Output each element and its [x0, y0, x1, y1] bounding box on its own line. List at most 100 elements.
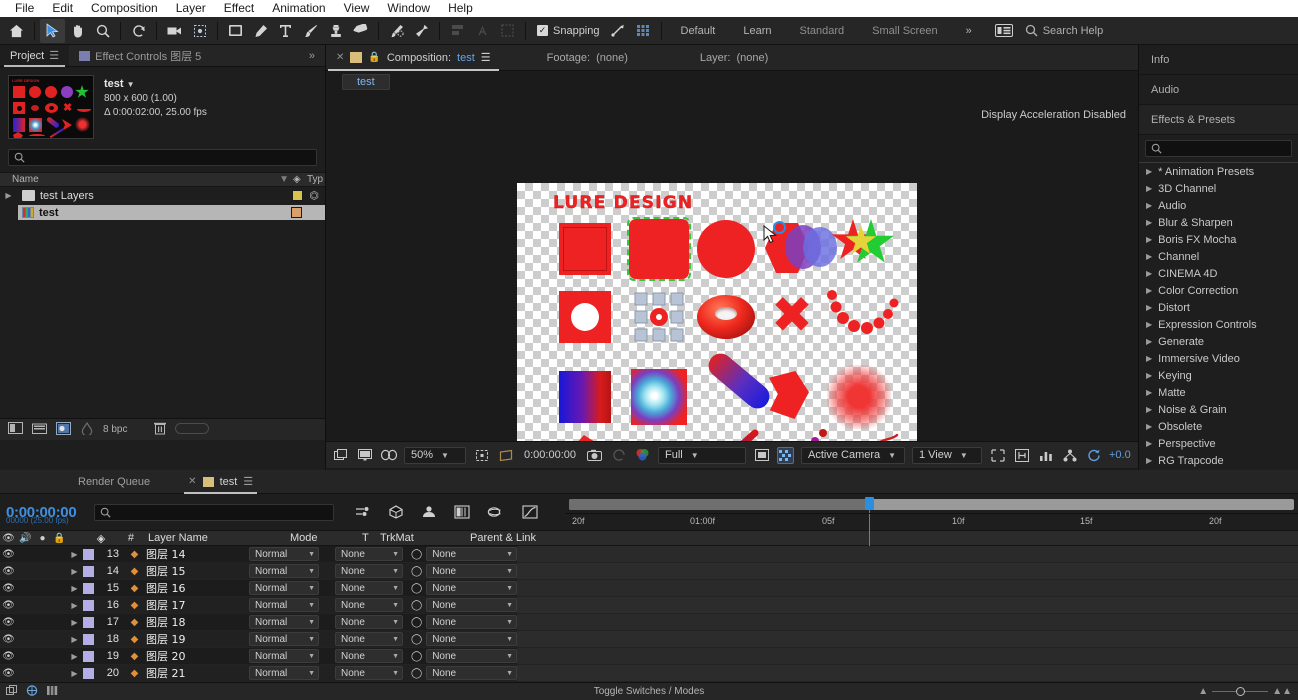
- tab-layer[interactable]: Layer: (none): [690, 45, 778, 70]
- proportional-grid-icon[interactable]: [497, 447, 514, 464]
- effect-category-color-correction[interactable]: ▶ Color Correction: [1139, 282, 1298, 299]
- parent-pick-whip-icon[interactable]: ◯: [411, 583, 422, 594]
- effect-category-3d-channel[interactable]: ▶ 3D Channel: [1139, 180, 1298, 197]
- twisty-icon[interactable]: ▶: [68, 580, 81, 596]
- shape-dot-arc[interactable]: [827, 289, 899, 341]
- layer-visibility-toggle[interactable]: 👁: [0, 614, 17, 630]
- label-swatch[interactable]: [291, 207, 302, 218]
- layer-visibility-toggle[interactable]: 👁: [0, 665, 17, 681]
- layer-name-cell[interactable]: ◆ 图层 21: [125, 665, 245, 681]
- shape-pin-grid[interactable]: [633, 291, 685, 343]
- twisty-icon[interactable]: ▶: [68, 631, 81, 647]
- table-row[interactable]: 👁 ▶ 16 ◆ 图层 17 Normal ▼ None ▼ ◯ None ▼: [0, 597, 1298, 614]
- twisty-icon[interactable]: ▶: [68, 597, 81, 613]
- work-area-bar[interactable]: [569, 499, 1294, 510]
- table-row[interactable]: 👁 ▶ 18 ◆ 图层 19 Normal ▼ None ▼ ◯ None ▼: [0, 631, 1298, 648]
- 3d-renderer-icon[interactable]: [26, 684, 38, 699]
- mode-column-header[interactable]: Mode: [286, 531, 362, 545]
- live-update-icon[interactable]: [354, 504, 371, 521]
- effect-category-channel[interactable]: ▶ Channel: [1139, 248, 1298, 265]
- twisty-icon[interactable]: ▶: [68, 648, 81, 664]
- mask-icon[interactable]: [495, 19, 520, 43]
- eraser-tool-icon[interactable]: [348, 19, 373, 43]
- blend-mode-select[interactable]: Normal ▼: [249, 547, 319, 561]
- blend-mode-select[interactable]: Normal ▼: [249, 581, 319, 595]
- fast-previews-icon[interactable]: [1013, 447, 1030, 464]
- region-of-interest-icon[interactable]: [473, 447, 490, 464]
- label-swatch[interactable]: [292, 190, 304, 201]
- effect-category-noise-and-grain[interactable]: ▶ Noise & Grain: [1139, 401, 1298, 418]
- snap-grid-icon[interactable]: [631, 19, 656, 43]
- menu-item-window[interactable]: Window: [378, 0, 439, 17]
- composition-canvas[interactable]: LURE DESIGN ✖: [517, 183, 917, 441]
- effect-category-obsolete[interactable]: ▶ Obsolete: [1139, 418, 1298, 435]
- snapping-toggle[interactable]: ✓ Snapping: [531, 25, 606, 37]
- parent-select[interactable]: None ▼: [426, 615, 517, 629]
- comp-mini-flowchart-icon[interactable]: [6, 684, 18, 699]
- shape-gradient-square[interactable]: [559, 371, 611, 423]
- layer-track-area[interactable]: [517, 580, 1298, 596]
- project-settings-icon[interactable]: [56, 421, 71, 438]
- chevron-down-icon[interactable]: ▼: [127, 80, 135, 89]
- shape-red-glow-blob[interactable]: [827, 365, 891, 429]
- twisty-icon[interactable]: ▶: [1146, 422, 1152, 431]
- layer-name-cell[interactable]: ◆ 图层 15: [125, 563, 245, 579]
- zoom-tool-icon[interactable]: [90, 19, 115, 43]
- comp-timecode[interactable]: 0:00:00:00: [521, 449, 579, 461]
- layer-name-column-header[interactable]: Layer Name: [140, 531, 286, 545]
- home-icon[interactable]: [4, 19, 29, 43]
- menu-item-effect[interactable]: Effect: [215, 0, 263, 17]
- shape-tool-icon[interactable]: [223, 19, 248, 43]
- roto-brush-tool-icon[interactable]: [384, 19, 409, 43]
- parent-select[interactable]: None ▼: [426, 632, 517, 646]
- twisty-icon[interactable]: ▶: [1146, 201, 1152, 210]
- workspace-default[interactable]: Default: [667, 25, 730, 37]
- view-layout-select[interactable]: 1 View ▼: [912, 446, 982, 464]
- pen-tool-icon[interactable]: [248, 19, 273, 43]
- puppet-pin-tool-icon[interactable]: [409, 19, 434, 43]
- tab-footage[interactable]: Footage: (none): [537, 45, 638, 70]
- effect-category-expression-controls[interactable]: ▶ Expression Controls: [1139, 316, 1298, 333]
- table-row[interactable]: 👁 ▶ 20 ◆ 图层 21 Normal ▼ None ▼ ◯ None ▼: [0, 665, 1298, 682]
- twisty-icon[interactable]: ▶: [1146, 371, 1152, 380]
- effect-category-distort[interactable]: ▶ Distort: [1139, 299, 1298, 316]
- exposure-value[interactable]: +0.0: [1109, 449, 1131, 461]
- layer-label-swatch[interactable]: [81, 665, 95, 681]
- shape-red-x[interactable]: ✖: [769, 290, 815, 340]
- search-help-field[interactable]: Search Help: [1025, 24, 1103, 37]
- shape-thin-red-curve[interactable]: [833, 433, 899, 441]
- project-column-name[interactable]: Name: [12, 174, 39, 185]
- table-row[interactable]: 👁 ▶ 19 ◆ 图层 20 Normal ▼ None ▼ ◯ None ▼: [0, 648, 1298, 665]
- effect-category-audio[interactable]: ▶ Audio: [1139, 197, 1298, 214]
- hide-shy-icon[interactable]: [420, 504, 437, 521]
- effect-category-matte[interactable]: ▶ Matte: [1139, 384, 1298, 401]
- twisty-icon[interactable]: ▶: [1146, 388, 1152, 397]
- blend-mode-select[interactable]: Normal ▼: [249, 598, 319, 612]
- workspace-standard[interactable]: Standard: [786, 25, 859, 37]
- effects-search-input[interactable]: [1145, 140, 1292, 157]
- trkmat-select[interactable]: None ▼: [335, 666, 403, 680]
- brush-tool-icon[interactable]: [298, 19, 323, 43]
- twisty-icon[interactable]: ▶: [1146, 456, 1152, 465]
- resolution-select[interactable]: Full ▼: [658, 446, 746, 464]
- trkmat-column-header[interactable]: TrkMat: [380, 531, 454, 545]
- selection-tool-icon[interactable]: [40, 18, 65, 43]
- new-comp-icon[interactable]: [8, 422, 23, 437]
- effect-category-animation-presets[interactable]: ▶ * Animation Presets: [1139, 163, 1298, 180]
- main-viewer-icon[interactable]: [332, 447, 349, 464]
- twisty-icon[interactable]: ▶: [1146, 320, 1152, 329]
- layer-track-area[interactable]: [517, 665, 1298, 681]
- layer-track-area[interactable]: [517, 614, 1298, 630]
- layer-label-swatch[interactable]: [81, 614, 95, 630]
- number-column-header[interactable]: #: [112, 531, 140, 545]
- twisty-icon[interactable]: ▶: [1146, 439, 1152, 448]
- layer-label-swatch[interactable]: [81, 631, 95, 647]
- layer-label-swatch[interactable]: [81, 597, 95, 613]
- shape-red-squiggle[interactable]: [629, 439, 689, 441]
- lock-icon[interactable]: 🔒: [368, 52, 380, 63]
- effect-category-cinema-4d[interactable]: ▶ CINEMA 4D: [1139, 265, 1298, 282]
- twisty-icon[interactable]: ▶: [68, 665, 81, 681]
- timeline-search-input[interactable]: [94, 503, 335, 521]
- bpc-label[interactable]: 8 bpc: [103, 424, 127, 435]
- twisty-icon[interactable]: ▶: [1146, 184, 1152, 193]
